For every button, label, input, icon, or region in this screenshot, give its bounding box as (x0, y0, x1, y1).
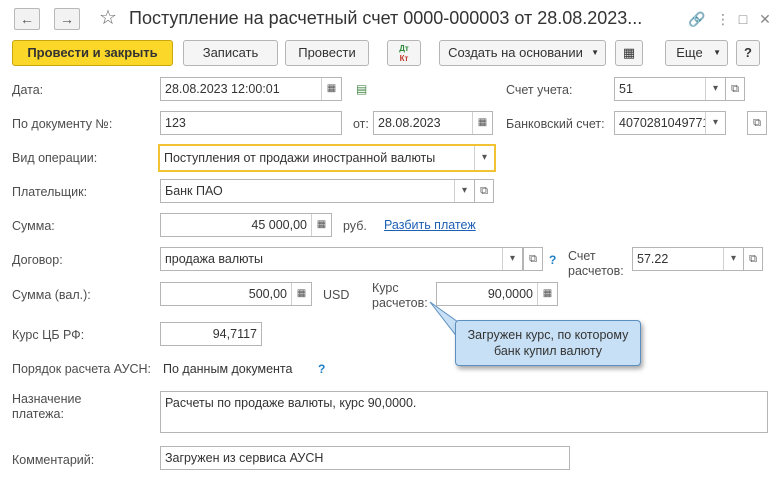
dropdown-icon[interactable]: ▾ (705, 112, 725, 134)
contract-label: Договор: (12, 253, 63, 267)
ausn-value: По данным документа (163, 362, 293, 376)
open-icon[interactable]: ⧉ (523, 247, 543, 271)
cb-rate-field[interactable]: 94,7117 (160, 322, 262, 346)
open-icon[interactable]: ⧉ (747, 111, 767, 135)
rate-value: 90,0000 (487, 287, 533, 301)
rate-label-line1: Курс (372, 281, 399, 295)
date-field[interactable]: 28.08.2023 12:00:01 ▦ (160, 77, 342, 101)
more-vertical-icon[interactable]: ⋮ (714, 10, 732, 28)
calendar-icon[interactable]: ▦ (321, 78, 341, 100)
ausn-label: Порядок расчета АУСН: (12, 362, 152, 376)
dt-kt-icon-bottom: Кт (399, 54, 409, 63)
close-icon[interactable]: ✕ (756, 10, 774, 28)
sum-currency-label: Сумма (вал.): (12, 288, 91, 302)
purpose-label-line2: платежа: (12, 407, 64, 421)
favorite-star-icon[interactable]: ☆ (99, 6, 117, 30)
operation-type-field[interactable]: Поступления от продажи иностранной валют… (158, 144, 496, 172)
purpose-textarea[interactable]: Расчеты по продаже валюты, курс 90,0000. (160, 391, 768, 433)
tooltip: Загружен курс, по которому банк купил ва… (455, 320, 641, 366)
settle-account-field[interactable]: 57.22 ▾ (632, 247, 744, 271)
bank-account-label: Банковский счет: (506, 117, 605, 131)
more-label: Еще (676, 45, 703, 60)
operation-type-label: Вид операции: (12, 151, 98, 165)
sum-currency: руб. (343, 219, 367, 233)
comment-field[interactable]: Загружен из сервиса АУСН (160, 446, 570, 470)
sum-label: Сумма: (12, 219, 55, 233)
forward-button[interactable]: → (54, 8, 80, 30)
sum-field[interactable]: 45 000,00 ▦ (160, 213, 332, 237)
open-icon[interactable]: ⧉ (743, 247, 763, 271)
contract-value: продажа валюты (165, 252, 263, 266)
settle-account-label-line1: Счет (568, 249, 596, 263)
doc-date-value: 28.08.2023 (378, 116, 441, 130)
dropdown-icon[interactable]: ▾ (723, 248, 743, 270)
payer-label: Плательщик: (12, 185, 88, 199)
from-label: от: (353, 117, 369, 131)
comment-label: Комментарий: (12, 453, 95, 467)
rate-label: Курс расчетов: (372, 281, 428, 311)
help-icon[interactable]: ? (549, 253, 556, 267)
purpose-label-line1: Назначение (12, 392, 82, 406)
dropdown-icon: ▼ (713, 48, 721, 57)
calculator-icon[interactable]: ▦ (537, 283, 557, 305)
calendar-icon[interactable]: ▦ (472, 112, 492, 134)
back-button[interactable]: ← (14, 8, 40, 30)
currency-code: USD (323, 288, 350, 302)
doc-number-label: По документу №: (12, 117, 113, 131)
date-value: 28.08.2023 12:00:01 (165, 82, 280, 96)
create-based-on-label: Создать на основании (448, 45, 583, 60)
save-button[interactable]: Записать (183, 40, 278, 66)
settle-account-label: Счет расчетов: (568, 249, 624, 279)
link-icon[interactable]: 🔗 (688, 10, 706, 28)
dropdown-icon[interactable]: ▾ (705, 78, 725, 100)
operation-type-value: Поступления от продажи иностранной валют… (164, 151, 436, 165)
settle-account-label-line2: расчетов: (568, 264, 624, 278)
rate-label-line2: расчетов: (372, 296, 428, 310)
purpose-label: Назначение платежа: (12, 392, 81, 422)
doc-date-field[interactable]: 28.08.2023 ▦ (373, 111, 493, 135)
sum-value: 45 000,00 (251, 218, 307, 232)
arrow-right-icon: → (60, 11, 74, 27)
payer-field[interactable]: Банк ПАО ▾ (160, 179, 475, 203)
tooltip-line2: банк купил валюту (493, 344, 602, 358)
payer-value: Банк ПАО (165, 184, 223, 198)
account-value: 51 (619, 82, 633, 96)
page-title: Поступление на расчетный счет 0000-00000… (129, 8, 643, 28)
settle-account-value: 57.22 (637, 252, 669, 266)
create-based-on-button[interactable]: Создать на основании ▼ (439, 40, 606, 66)
maximize-icon[interactable]: □ (734, 10, 752, 28)
more-button[interactable]: Еще ▼ (665, 40, 728, 66)
dropdown-icon: ▼ (591, 48, 599, 57)
bank-account-field[interactable]: 40702810497710( ▾ (614, 111, 726, 135)
help-button[interactable]: ? (736, 40, 760, 66)
tooltip-line1: Загружен курс, по которому (467, 328, 629, 342)
help-icon[interactable]: ? (318, 362, 325, 376)
open-icon[interactable]: ⧉ (474, 179, 494, 203)
structure-button[interactable]: ▦ (615, 40, 643, 66)
doc-number-field[interactable]: 123 (160, 111, 342, 135)
cb-rate-label: Курс ЦБ РФ: (12, 328, 85, 342)
dropdown-icon[interactable]: ▾ (502, 248, 522, 270)
calculator-icon[interactable]: ▦ (311, 214, 331, 236)
open-icon[interactable]: ⧉ (725, 77, 745, 101)
contract-field[interactable]: продажа валюты ▾ (160, 247, 523, 271)
calculator-icon[interactable]: ▦ (291, 283, 311, 305)
account-label: Счет учета: (506, 83, 573, 97)
dropdown-icon[interactable]: ▾ (454, 180, 474, 202)
dropdown-icon[interactable]: ▾ (474, 146, 494, 170)
dt-kt-icon-top: Дт (399, 44, 409, 53)
arrow-left-icon: ← (20, 11, 34, 27)
dt-kt-button[interactable]: Дт Кт (387, 40, 421, 66)
post-button[interactable]: Провести (285, 40, 369, 66)
date-label: Дата: (12, 83, 44, 97)
post-and-close-button[interactable]: Провести и закрыть (12, 40, 173, 66)
structure-icon: ▦ (622, 45, 636, 60)
register-records-icon[interactable]: ▤ (356, 82, 367, 96)
sum-currency-value: 500,00 (248, 287, 287, 301)
account-field[interactable]: 51 ▾ (614, 77, 726, 101)
split-payment-link[interactable]: Разбить платеж (384, 218, 476, 232)
sum-currency-field[interactable]: 500,00 ▦ (160, 282, 312, 306)
